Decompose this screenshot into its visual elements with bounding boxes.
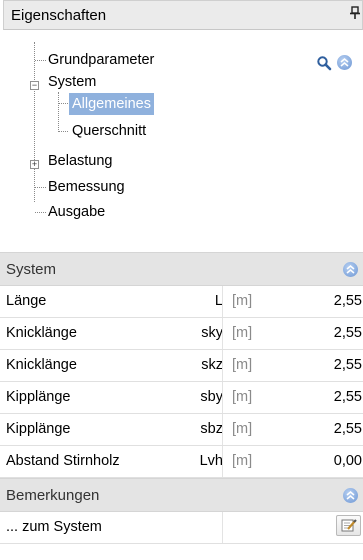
property-row[interactable]: Abstand Stirnholz Lvh [m] 0,00 [0,446,363,478]
edit-button[interactable] [336,515,361,536]
property-value[interactable]: 0,00 [334,453,362,469]
section-title: System [6,261,57,278]
tree-line [59,131,68,132]
tree-item-bemessung[interactable]: Bemessung [48,176,125,198]
property-value[interactable]: 2,55 [334,421,362,437]
collapse-up-icon[interactable] [343,488,358,503]
column-divider [222,446,223,477]
section-title: Bemerkungen [6,487,100,504]
property-row[interactable]: Kipplänge sby [m] 2,55 [0,382,363,414]
property-value[interactable]: 2,55 [334,389,362,405]
property-unit: [m] [232,293,253,309]
pin-icon[interactable] [349,6,361,23]
property-symbol: Lvh [199,453,223,469]
tree-line [35,60,46,61]
tree-item-allgemeines[interactable]: Allgemeines [69,93,154,115]
tree-line [35,212,46,213]
property-name: Knicklänge [6,357,77,373]
property-symbol: sby [200,389,223,405]
property-unit: [m] [232,357,253,373]
tree-line [59,103,68,104]
edit-icon [341,519,357,532]
property-value[interactable]: 2,55 [334,357,362,373]
navigation-tree: Grundparameter − System Allgemeines Quer… [0,30,363,245]
tree-line [34,42,35,202]
property-row[interactable]: Länge L [m] 2,55 [0,286,363,318]
property-value[interactable]: 2,55 [334,325,362,341]
property-name: Kipplänge [6,421,71,437]
column-divider [222,512,223,543]
property-unit: [m] [232,421,253,437]
property-symbol: sbz [200,421,223,437]
section-header-system[interactable]: System [0,252,363,286]
property-row[interactable]: Kipplänge sbz [m] 2,55 [0,414,363,446]
property-name: Länge [6,293,47,309]
expand-node-icon[interactable]: + [30,160,39,169]
property-name: Kipplänge [6,389,71,405]
section-header-bemerkungen[interactable]: Bemerkungen [0,478,363,512]
collapse-up-icon[interactable] [337,55,352,70]
tree-item-belastung[interactable]: Belastung [48,150,113,172]
property-symbol: sky [201,325,223,341]
tree-item-querschnitt[interactable]: Querschnitt [72,120,146,142]
tree-item-system[interactable]: System [48,71,96,93]
collapse-up-icon[interactable] [343,262,358,277]
collapse-node-icon[interactable]: − [30,81,39,90]
property-row[interactable]: Knicklänge skz [m] 2,55 [0,350,363,382]
property-row[interactable]: Knicklänge sky [m] 2,55 [0,318,363,350]
panel-title: Eigenschaften [11,7,107,24]
tree-item-ausgabe[interactable]: Ausgabe [48,201,105,223]
property-unit: [m] [232,389,253,405]
column-divider [222,318,223,349]
property-symbol: skz [201,357,223,373]
property-row[interactable]: ... zum System [0,512,363,544]
column-divider [222,350,223,381]
property-name: Knicklänge [6,325,77,341]
property-unit: [m] [232,325,253,341]
column-divider [222,286,223,317]
column-divider [222,382,223,413]
properties-panel-titlebar: Eigenschaften [3,0,363,30]
tree-line [58,92,59,132]
column-divider [222,414,223,445]
property-name: ... zum System [6,519,102,535]
tree-line [35,187,46,188]
search-icon[interactable] [316,55,332,71]
property-grid: System Länge L [m] 2,55 Knicklänge sky [… [0,252,363,544]
property-value[interactable]: 2,55 [334,293,362,309]
tree-item-grundparameter[interactable]: Grundparameter [48,49,154,71]
property-unit: [m] [232,453,253,469]
property-name: Abstand Stirnholz [6,453,120,469]
